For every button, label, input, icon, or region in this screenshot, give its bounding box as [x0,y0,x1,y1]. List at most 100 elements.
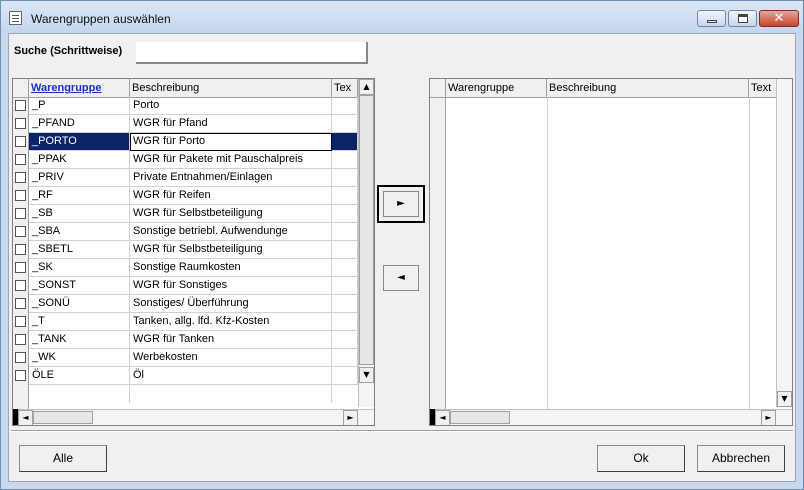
cell-code: _PFAND [29,115,130,133]
cell-text [332,187,358,205]
row-checkbox[interactable] [15,316,26,327]
table-row[interactable]: _T Tanken, allg. lfd. Kfz-Kosten [13,313,374,331]
table-row[interactable]: ÖLE Öl [13,367,374,385]
table-row[interactable]: _TANK WGR für Tanken [13,331,374,349]
column-header-warengruppe[interactable]: Warengruppe [446,79,547,97]
cell-description: Sonstige betriebl. Aufwendunge [130,223,332,241]
horizontal-scrollbar[interactable]: ◄ ► [13,409,374,425]
table-row[interactable]: _RF WGR für Reifen [13,187,374,205]
hscroll-thumb[interactable] [33,411,93,424]
scroll-thumb[interactable] [359,95,374,365]
cell-description: Private Entnahmen/Einlagen [130,169,332,187]
row-checkbox[interactable] [15,262,26,273]
add-selected-button[interactable]: ► [377,185,425,223]
search-input[interactable] [136,42,368,64]
table-row[interactable]: _PFAND WGR für Pfand [13,115,374,133]
row-checkbox[interactable] [15,334,26,345]
grid-header: Warengruppe Beschreibung Tex [13,79,374,98]
table-row[interactable]: _SBETL WGR für Selbstbeteiligung [13,241,374,259]
ok-button[interactable]: Ok [597,445,685,472]
row-checkbox[interactable] [15,280,26,291]
column-divider [547,97,548,409]
cell-text [332,367,358,385]
row-checkbox[interactable] [15,226,26,237]
scroll-right-button[interactable]: ► [761,410,776,425]
cell-code: _SK [29,259,130,277]
cell-code: _PPAK [29,151,130,169]
row-checkbox[interactable] [15,370,26,381]
table-row[interactable]: _PRIV Private Entnahmen/Einlagen [13,169,374,187]
selected-groups-grid[interactable]: Warengruppe Beschreibung Text ▼ ◄ ► [429,78,793,426]
cell-description: Sonstige Raumkosten [130,259,332,277]
cell-code [29,385,130,403]
close-button[interactable]: ✕ [759,10,799,27]
window-title: Warengruppen auswählen [31,12,171,26]
cell-description: WGR für Tanken [130,331,332,349]
scroll-right-button[interactable]: ► [343,410,358,425]
scroll-up-button[interactable]: ▲ [359,79,374,95]
cell-description: Sonstiges/ Überführung [130,295,332,313]
maximize-button[interactable] [728,10,757,27]
column-divider [749,97,750,409]
cell-text [332,241,358,259]
remove-selected-button[interactable]: ◄ [383,265,419,291]
table-row[interactable]: _SB WGR für Selbstbeteiligung [13,205,374,223]
row-checkbox[interactable] [15,172,26,183]
header-corner [13,79,29,97]
cell-code: _SB [29,205,130,223]
cell-text [332,115,358,133]
chevron-left-icon: ◄ [397,272,405,283]
row-checkbox[interactable] [15,100,26,111]
row-checkbox[interactable] [15,298,26,309]
horizontal-scrollbar[interactable]: ◄ ► [430,409,792,425]
scroll-down-button[interactable]: ▼ [359,367,374,383]
row-checkbox[interactable] [15,208,26,219]
cell-description: Tanken, allg. lfd. Kfz-Kosten [130,313,332,331]
title-bar[interactable]: Warengruppen auswählen ✕ [1,1,803,33]
row-checkbox[interactable] [15,190,26,201]
row-selector-column [430,79,446,425]
minimize-button[interactable] [697,10,726,27]
vertical-scrollbar[interactable]: ▲ ▼ [358,79,374,407]
row-checkbox[interactable] [15,136,26,147]
cell-code: _WK [29,349,130,367]
table-row[interactable]: _WK Werbekosten [13,349,374,367]
available-groups-grid[interactable]: Warengruppe Beschreibung Tex _P Porto _PF… [12,78,375,426]
table-row-selected[interactable]: _PORTO WGR für Porto [13,133,374,151]
vertical-scrollbar[interactable]: ▼ [776,79,792,407]
cell-code: _P [29,97,130,115]
cell-text [332,97,358,115]
cell-code: _TANK [29,331,130,349]
table-row[interactable]: _PPAK WGR für Pakete mit Pauschalpreis [13,151,374,169]
column-header-warengruppe[interactable]: Warengruppe [29,79,130,97]
row-checkbox[interactable] [15,244,26,255]
scroll-left-button[interactable]: ◄ [435,410,450,425]
row-checkbox[interactable] [15,352,26,363]
scroll-left-button[interactable]: ◄ [18,410,33,425]
row-checkbox[interactable] [15,154,26,165]
column-header-beschreibung[interactable]: Beschreibung [547,79,749,97]
divider [11,430,793,432]
select-all-button[interactable]: Alle [19,445,107,472]
cell-description-editor[interactable]: WGR für Porto [130,133,332,151]
hscroll-thumb[interactable] [450,411,510,424]
cell-code: _SONST [29,277,130,295]
app-icon [9,11,22,25]
cell-text [332,205,358,223]
table-row[interactable]: _SONST WGR für Sonstiges [13,277,374,295]
column-header-text[interactable]: Text [749,79,779,97]
table-row[interactable]: _SBA Sonstige betriebl. Aufwendunge [13,223,374,241]
chevron-right-icon: ► [397,198,405,209]
table-row[interactable]: _P Porto [13,97,374,115]
minimize-icon [707,20,717,23]
table-row[interactable]: _SK Sonstige Raumkosten [13,259,374,277]
row-checkbox[interactable] [15,118,26,129]
cell-text [332,223,358,241]
cancel-button[interactable]: Abbrechen [697,445,785,472]
cell-description: Öl [130,367,332,385]
column-header-text[interactable]: Tex [332,79,358,97]
scroll-down-button[interactable]: ▼ [777,391,792,407]
table-row[interactable]: _SONÜ Sonstiges/ Überführung [13,295,374,313]
cell-description: Werbekosten [130,349,332,367]
column-header-beschreibung[interactable]: Beschreibung [130,79,332,97]
